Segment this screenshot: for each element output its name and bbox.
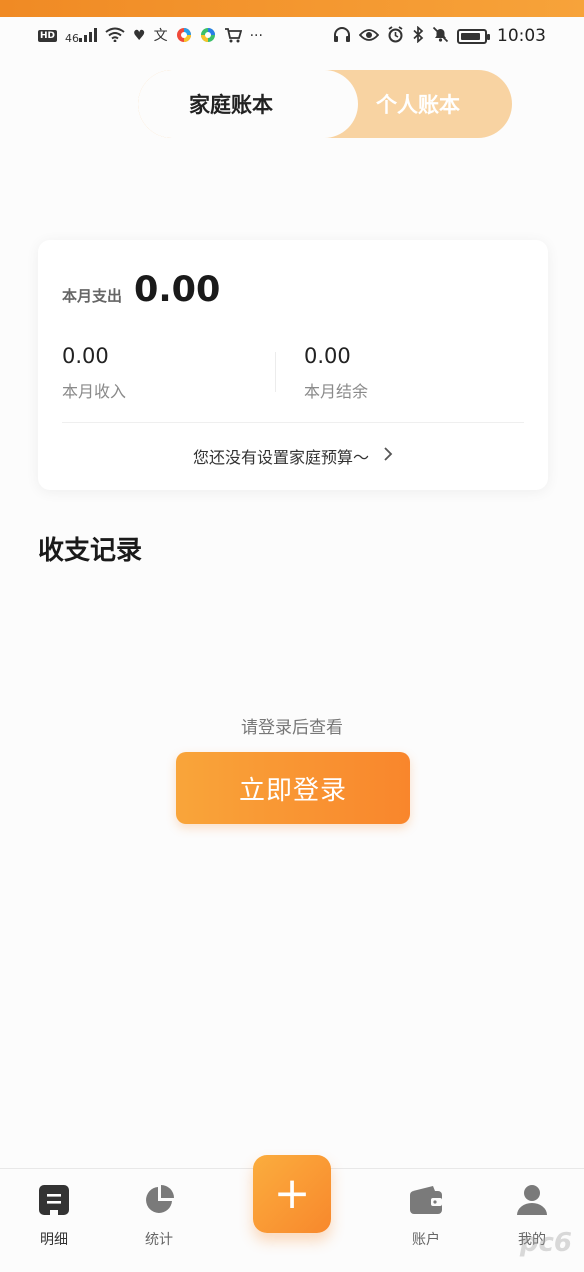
- translate-icon: 文: [153, 28, 168, 44]
- set-budget-link[interactable]: 您还没有设置家庭预算～: [38, 444, 548, 468]
- cart-icon: [224, 27, 242, 46]
- alarm-icon: [387, 26, 404, 46]
- tab-accounts[interactable]: 账户: [386, 1183, 466, 1249]
- expense-row: 本月支出 0.00: [62, 270, 220, 310]
- tab-family-book[interactable]: 家庭账本: [138, 70, 358, 138]
- signal-icon: 46: [65, 28, 98, 45]
- watermark-logo: pc6: [519, 1228, 572, 1258]
- book-switch: 家庭账本 个人账本: [138, 70, 512, 138]
- wifi-icon: [105, 27, 125, 45]
- pie-chart-icon: [142, 1183, 176, 1217]
- income-value: 0.00: [62, 344, 109, 368]
- login-hint: 请登录后查看: [241, 718, 343, 738]
- app-icon: [200, 27, 216, 46]
- income-label: 本月收入: [62, 382, 127, 401]
- stat-divider: [275, 352, 276, 392]
- more-icon: ···: [249, 28, 263, 44]
- bluetooth-icon: [412, 25, 424, 46]
- balance-stat: 0.00 本月结余: [304, 344, 368, 402]
- add-record-button[interactable]: +: [253, 1155, 331, 1233]
- clock: 10:03: [497, 26, 546, 46]
- tab-stats[interactable]: 统计: [119, 1183, 199, 1249]
- eye-icon: [358, 28, 380, 45]
- tab-personal-book[interactable]: 个人账本: [324, 70, 512, 138]
- tab-family-book-label: 家庭账本: [189, 93, 273, 117]
- wallet-icon: [409, 1183, 443, 1217]
- login-button[interactable]: 立即登录: [176, 752, 410, 824]
- income-stat: 0.00 本月收入: [62, 344, 126, 402]
- top-accent-bar: [0, 0, 584, 17]
- status-left: HD 46 ♥ 文 ···: [38, 27, 263, 46]
- expense-label: 本月支出: [62, 287, 123, 305]
- mute-bell-icon: [432, 26, 449, 46]
- expense-value: 0.00: [134, 270, 221, 310]
- battery-level: [461, 32, 480, 40]
- tab-accounts-label: 账户: [412, 1232, 440, 1248]
- status-right: 10:03: [333, 25, 546, 46]
- balance-label: 本月结余: [304, 382, 369, 401]
- status-bar: HD 46 ♥ 文 ··· 10:03: [0, 17, 584, 55]
- headphones-icon: [333, 26, 351, 46]
- receipt-icon: [37, 1183, 71, 1217]
- card-divider: [62, 422, 524, 423]
- battery-icon: [457, 28, 490, 44]
- budget-hint: 您还没有设置家庭预算～: [192, 448, 369, 467]
- records-title: 收支记录: [38, 536, 143, 566]
- user-icon: [515, 1183, 549, 1217]
- tab-details-label: 明细: [40, 1232, 68, 1248]
- balance-value: 0.00: [304, 344, 351, 368]
- tab-stats-label: 统计: [145, 1232, 173, 1248]
- tab-details[interactable]: 明细: [14, 1183, 94, 1249]
- hd-badge-icon: HD: [38, 30, 58, 42]
- app-icon: [176, 27, 192, 46]
- bottom-tab-bar: 明细 统计 + 账户 我的 pc6: [0, 1155, 584, 1272]
- chevron-right-icon: [383, 446, 393, 467]
- health-icon: ♥: [133, 28, 146, 44]
- network-type: 46: [65, 32, 80, 45]
- monthly-summary-card: 本月支出 0.00 0.00 本月收入 0.00 本月结余 您还没有设置家庭预算…: [38, 240, 548, 490]
